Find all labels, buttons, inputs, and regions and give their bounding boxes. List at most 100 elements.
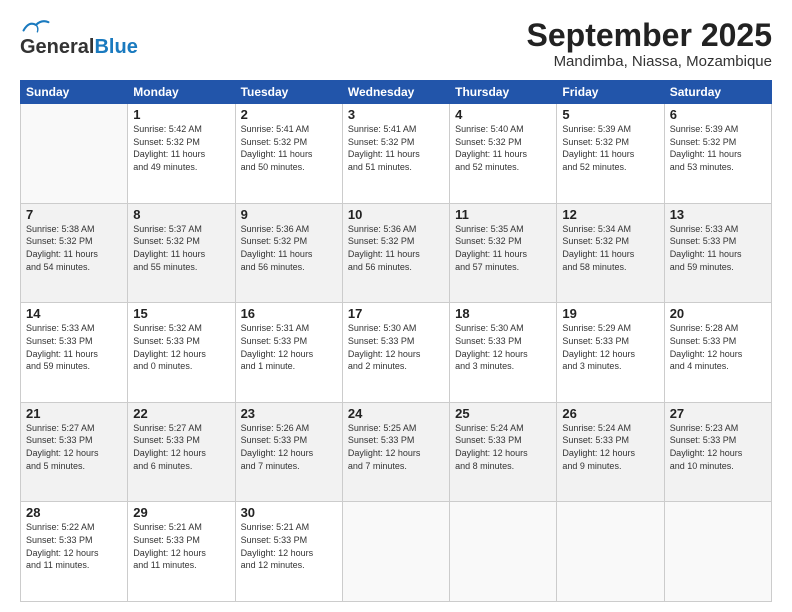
day-number: 8	[133, 207, 229, 222]
table-row: 1Sunrise: 5:42 AM Sunset: 5:32 PM Daylig…	[128, 104, 235, 204]
day-number: 29	[133, 505, 229, 520]
day-number: 21	[26, 406, 122, 421]
table-row	[557, 502, 664, 602]
table-row: 20Sunrise: 5:28 AM Sunset: 5:33 PM Dayli…	[664, 303, 771, 403]
day-info: Sunrise: 5:39 AM Sunset: 5:32 PM Dayligh…	[670, 123, 766, 173]
day-info: Sunrise: 5:32 AM Sunset: 5:33 PM Dayligh…	[133, 322, 229, 372]
table-row: 3Sunrise: 5:41 AM Sunset: 5:32 PM Daylig…	[342, 104, 449, 204]
day-number: 19	[562, 306, 658, 321]
col-saturday: Saturday	[664, 81, 771, 104]
day-number: 2	[241, 107, 337, 122]
day-number: 3	[348, 107, 444, 122]
logo-blue: Blue	[94, 36, 137, 59]
table-row	[342, 502, 449, 602]
day-info: Sunrise: 5:42 AM Sunset: 5:32 PM Dayligh…	[133, 123, 229, 173]
calendar-header-row: Sunday Monday Tuesday Wednesday Thursday…	[21, 81, 772, 104]
day-info: Sunrise: 5:22 AM Sunset: 5:33 PM Dayligh…	[26, 521, 122, 571]
day-info: Sunrise: 5:36 AM Sunset: 5:32 PM Dayligh…	[241, 223, 337, 273]
month-title: September 2025	[527, 18, 772, 53]
table-row: 18Sunrise: 5:30 AM Sunset: 5:33 PM Dayli…	[450, 303, 557, 403]
table-row	[450, 502, 557, 602]
day-number: 11	[455, 207, 551, 222]
table-row: 29Sunrise: 5:21 AM Sunset: 5:33 PM Dayli…	[128, 502, 235, 602]
table-row: 30Sunrise: 5:21 AM Sunset: 5:33 PM Dayli…	[235, 502, 342, 602]
day-info: Sunrise: 5:36 AM Sunset: 5:32 PM Dayligh…	[348, 223, 444, 273]
day-info: Sunrise: 5:29 AM Sunset: 5:33 PM Dayligh…	[562, 322, 658, 372]
day-info: Sunrise: 5:30 AM Sunset: 5:33 PM Dayligh…	[348, 322, 444, 372]
day-number: 1	[133, 107, 229, 122]
table-row: 2Sunrise: 5:41 AM Sunset: 5:32 PM Daylig…	[235, 104, 342, 204]
day-info: Sunrise: 5:24 AM Sunset: 5:33 PM Dayligh…	[562, 422, 658, 472]
calendar-week-row: 1Sunrise: 5:42 AM Sunset: 5:32 PM Daylig…	[21, 104, 772, 204]
col-friday: Friday	[557, 81, 664, 104]
day-number: 18	[455, 306, 551, 321]
day-number: 28	[26, 505, 122, 520]
day-number: 22	[133, 406, 229, 421]
table-row: 21Sunrise: 5:27 AM Sunset: 5:33 PM Dayli…	[21, 402, 128, 502]
col-sunday: Sunday	[21, 81, 128, 104]
day-number: 16	[241, 306, 337, 321]
day-number: 30	[241, 505, 337, 520]
day-number: 17	[348, 306, 444, 321]
col-wednesday: Wednesday	[342, 81, 449, 104]
page: General Blue September 2025 Mandimba, Ni…	[0, 0, 792, 612]
day-info: Sunrise: 5:30 AM Sunset: 5:33 PM Dayligh…	[455, 322, 551, 372]
day-number: 25	[455, 406, 551, 421]
day-info: Sunrise: 5:33 AM Sunset: 5:33 PM Dayligh…	[670, 223, 766, 273]
table-row: 22Sunrise: 5:27 AM Sunset: 5:33 PM Dayli…	[128, 402, 235, 502]
day-info: Sunrise: 5:41 AM Sunset: 5:32 PM Dayligh…	[241, 123, 337, 173]
day-info: Sunrise: 5:25 AM Sunset: 5:33 PM Dayligh…	[348, 422, 444, 472]
day-number: 10	[348, 207, 444, 222]
day-info: Sunrise: 5:39 AM Sunset: 5:32 PM Dayligh…	[562, 123, 658, 173]
table-row: 23Sunrise: 5:26 AM Sunset: 5:33 PM Dayli…	[235, 402, 342, 502]
day-info: Sunrise: 5:21 AM Sunset: 5:33 PM Dayligh…	[241, 521, 337, 571]
location-subtitle: Mandimba, Niassa, Mozambique	[527, 53, 772, 70]
day-info: Sunrise: 5:31 AM Sunset: 5:33 PM Dayligh…	[241, 322, 337, 372]
logo-general: General	[20, 36, 94, 59]
table-row: 6Sunrise: 5:39 AM Sunset: 5:32 PM Daylig…	[664, 104, 771, 204]
day-info: Sunrise: 5:23 AM Sunset: 5:33 PM Dayligh…	[670, 422, 766, 472]
table-row: 5Sunrise: 5:39 AM Sunset: 5:32 PM Daylig…	[557, 104, 664, 204]
calendar-week-row: 28Sunrise: 5:22 AM Sunset: 5:33 PM Dayli…	[21, 502, 772, 602]
day-info: Sunrise: 5:37 AM Sunset: 5:32 PM Dayligh…	[133, 223, 229, 273]
table-row	[21, 104, 128, 204]
table-row: 12Sunrise: 5:34 AM Sunset: 5:32 PM Dayli…	[557, 203, 664, 303]
day-number: 13	[670, 207, 766, 222]
calendar-week-row: 7Sunrise: 5:38 AM Sunset: 5:32 PM Daylig…	[21, 203, 772, 303]
day-number: 26	[562, 406, 658, 421]
day-number: 24	[348, 406, 444, 421]
day-info: Sunrise: 5:33 AM Sunset: 5:33 PM Dayligh…	[26, 322, 122, 372]
day-number: 14	[26, 306, 122, 321]
day-number: 9	[241, 207, 337, 222]
table-row: 15Sunrise: 5:32 AM Sunset: 5:33 PM Dayli…	[128, 303, 235, 403]
day-number: 15	[133, 306, 229, 321]
day-info: Sunrise: 5:28 AM Sunset: 5:33 PM Dayligh…	[670, 322, 766, 372]
day-info: Sunrise: 5:35 AM Sunset: 5:32 PM Dayligh…	[455, 223, 551, 273]
table-row: 13Sunrise: 5:33 AM Sunset: 5:33 PM Dayli…	[664, 203, 771, 303]
day-info: Sunrise: 5:40 AM Sunset: 5:32 PM Dayligh…	[455, 123, 551, 173]
table-row: 7Sunrise: 5:38 AM Sunset: 5:32 PM Daylig…	[21, 203, 128, 303]
day-number: 7	[26, 207, 122, 222]
table-row: 17Sunrise: 5:30 AM Sunset: 5:33 PM Dayli…	[342, 303, 449, 403]
day-number: 4	[455, 107, 551, 122]
day-number: 20	[670, 306, 766, 321]
day-info: Sunrise: 5:24 AM Sunset: 5:33 PM Dayligh…	[455, 422, 551, 472]
table-row: 28Sunrise: 5:22 AM Sunset: 5:33 PM Dayli…	[21, 502, 128, 602]
day-info: Sunrise: 5:27 AM Sunset: 5:33 PM Dayligh…	[26, 422, 122, 472]
col-tuesday: Tuesday	[235, 81, 342, 104]
col-monday: Monday	[128, 81, 235, 104]
table-row: 10Sunrise: 5:36 AM Sunset: 5:32 PM Dayli…	[342, 203, 449, 303]
day-info: Sunrise: 5:41 AM Sunset: 5:32 PM Dayligh…	[348, 123, 444, 173]
day-number: 5	[562, 107, 658, 122]
header: General Blue September 2025 Mandimba, Ni…	[20, 18, 772, 70]
day-info: Sunrise: 5:34 AM Sunset: 5:32 PM Dayligh…	[562, 223, 658, 273]
day-info: Sunrise: 5:26 AM Sunset: 5:33 PM Dayligh…	[241, 422, 337, 472]
day-number: 12	[562, 207, 658, 222]
table-row	[664, 502, 771, 602]
table-row: 11Sunrise: 5:35 AM Sunset: 5:32 PM Dayli…	[450, 203, 557, 303]
calendar-week-row: 21Sunrise: 5:27 AM Sunset: 5:33 PM Dayli…	[21, 402, 772, 502]
col-thursday: Thursday	[450, 81, 557, 104]
title-block: September 2025 Mandimba, Niassa, Mozambi…	[527, 18, 772, 70]
day-number: 27	[670, 406, 766, 421]
table-row: 19Sunrise: 5:29 AM Sunset: 5:33 PM Dayli…	[557, 303, 664, 403]
